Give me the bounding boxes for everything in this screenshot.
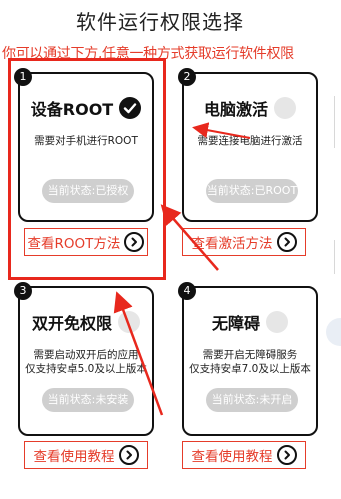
card-title: 双开免权限 <box>31 314 112 333</box>
button-label: 查看使用教程 <box>191 449 273 465</box>
status-pill: 当前状态:未安装 <box>42 388 134 412</box>
card-description: 需要启动双开后的应用 仅支持安卓5.0及以上版本 <box>25 349 147 375</box>
status-pill: 当前状态:已授权 <box>42 179 134 203</box>
button-label: 查看使用教程 <box>33 449 115 465</box>
card-dual-app[interactable]: 3 双开免权限 需要启动双开后的应用 仅支持安卓5.0及以上版本 当前状态:未安… <box>14 282 154 436</box>
card-description: 需要连接电脑进行激活 <box>197 135 303 147</box>
divider <box>334 96 335 148</box>
card-device-root[interactable]: 1 设备ROOT 需要对手机进行ROOT 当前状态:已授权 <box>14 68 154 222</box>
status-pill: 当前状态:未开启 <box>206 388 298 412</box>
card-number-badge: 4 <box>178 282 196 300</box>
status-indicator-icon <box>266 311 288 333</box>
chevron-right-icon <box>124 232 145 252</box>
instruction-text: 你可以通过下方,任意一种方式获取运行软件权限 <box>2 46 294 62</box>
card-number-badge: 1 <box>14 68 32 86</box>
divider <box>334 240 335 274</box>
card-title: 无障碍 <box>211 314 260 333</box>
card-title: 电脑激活 <box>203 100 268 119</box>
card-accessibility[interactable]: 4 无障碍 需要开启无障碍服务 仅支持安卓7.0及以上版本 当前状态:未开启 <box>178 282 318 436</box>
card-description: 需要开启无障碍服务 仅支持安卓7.0及以上版本 <box>189 349 311 375</box>
status-indicator-icon <box>274 97 296 119</box>
chevron-right-icon <box>276 232 297 252</box>
page-title: 软件运行权限选择 <box>76 10 244 34</box>
card-number-badge: 3 <box>14 282 32 300</box>
floating-handle[interactable] <box>326 318 341 346</box>
chevron-right-icon <box>118 445 139 465</box>
view-tutorial-button-dual[interactable]: 查看使用教程 <box>24 441 148 469</box>
card-description: 需要对手机进行ROOT <box>34 135 138 147</box>
view-tutorial-button-accessibility[interactable]: 查看使用教程 <box>182 441 306 469</box>
checkmark-icon <box>119 97 142 119</box>
chevron-right-icon <box>276 445 297 465</box>
view-root-method-button[interactable]: 查看ROOT方法 <box>24 228 148 256</box>
view-activation-method-button[interactable]: 查看激活方法 <box>182 228 306 256</box>
status-pill: 当前状态:已ROOT <box>206 179 298 203</box>
status-indicator-icon <box>118 311 140 333</box>
button-label: 查看ROOT方法 <box>27 236 121 252</box>
card-number-badge: 2 <box>178 68 196 86</box>
button-label: 查看激活方法 <box>191 236 273 252</box>
card-pc-activation[interactable]: 2 电脑激活 需要连接电脑进行激活 当前状态:已ROOT <box>178 68 318 222</box>
card-title: 设备ROOT <box>30 100 114 119</box>
